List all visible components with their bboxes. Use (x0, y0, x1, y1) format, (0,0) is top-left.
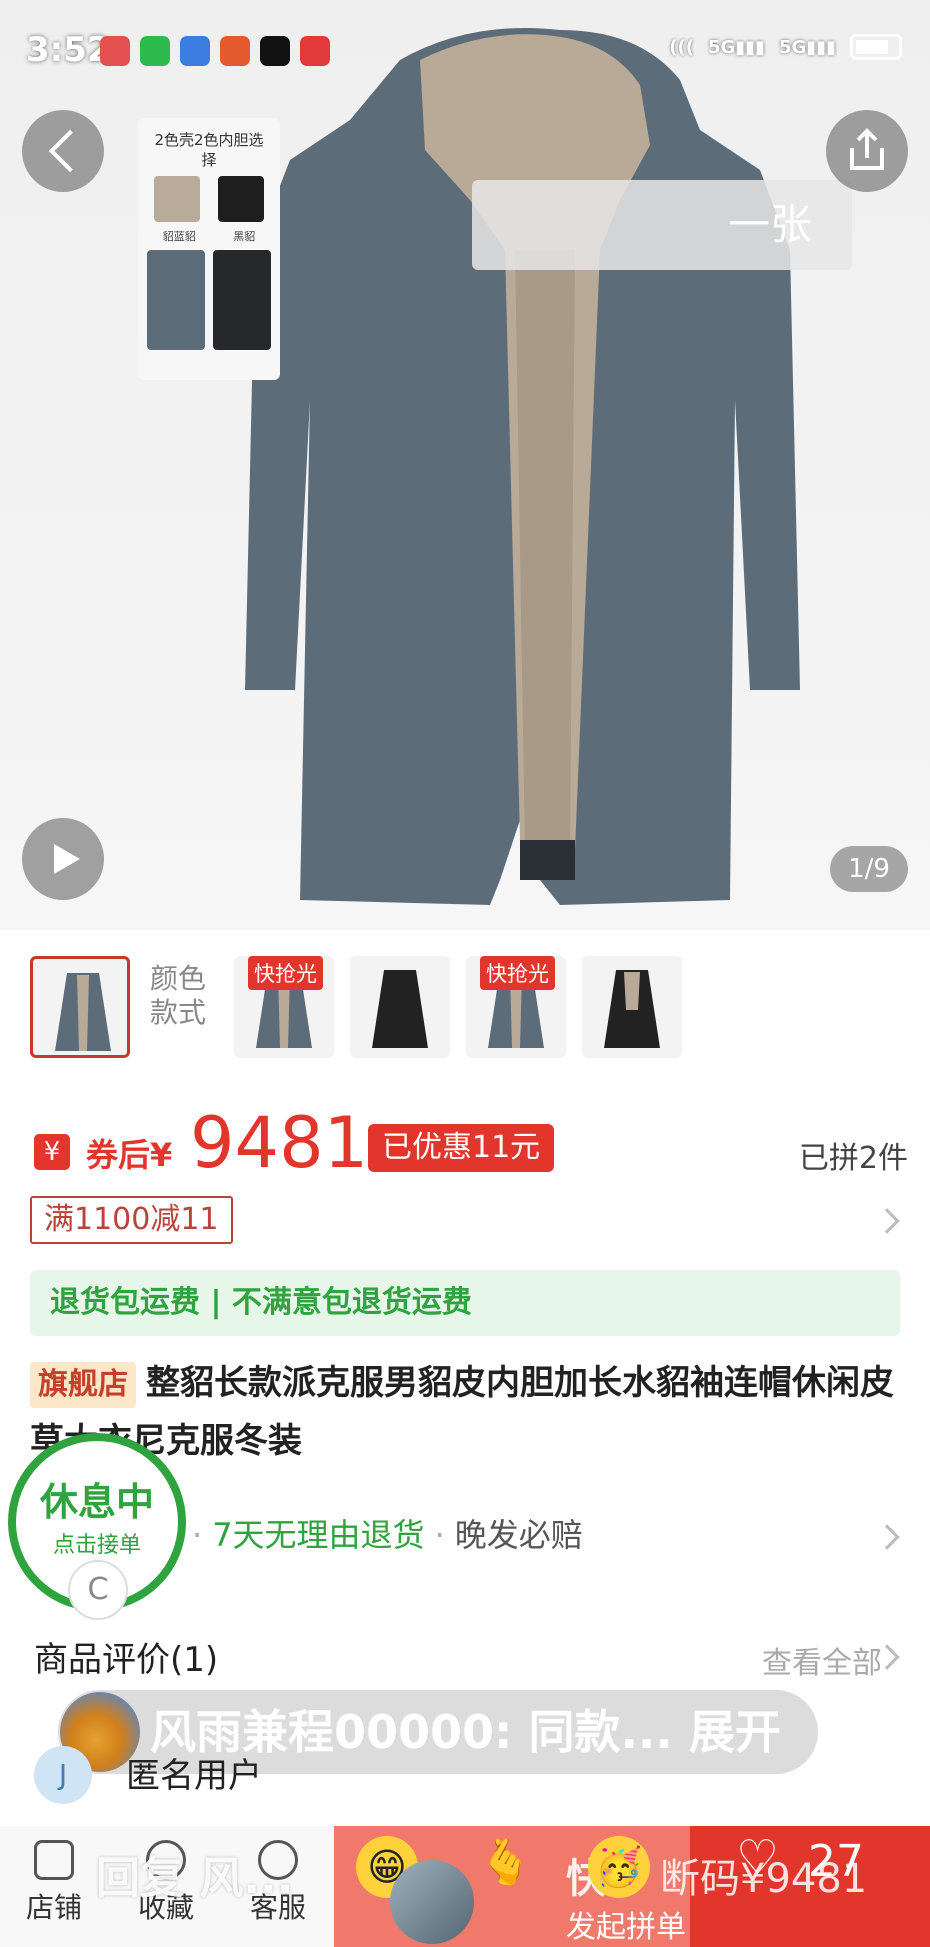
reply-overlay: 回复 风... (96, 1853, 294, 1904)
rest-title: 休息中 (39, 1480, 154, 1524)
reviewer-name: 匿名用户 (126, 1756, 262, 1796)
coat-thumb-icon (372, 970, 428, 1048)
chevron-right-icon[interactable] (874, 1208, 900, 1234)
back-button[interactable] (22, 110, 104, 192)
party-emoji-icon: 🥳 (588, 1836, 650, 1898)
variant-black-coat (213, 250, 272, 350)
after-coupon-label: 券后¥ (86, 1136, 173, 1174)
reviews-title: 商品评价(1) (34, 1640, 219, 1680)
rest-c-icon[interactable]: C (68, 1560, 128, 1620)
app-icon (180, 36, 210, 66)
view-all-link[interactable]: 查看全部 (762, 1638, 882, 1682)
variant-grey-coat (146, 250, 205, 350)
variant-selector-card: 2色壳2色内胆选择 貂蓝貂 黑貂 (138, 118, 280, 380)
service-item: 7天无理由退货 (212, 1516, 425, 1554)
image-search-overlay: 一张 (472, 180, 852, 270)
rest-subtitle: 点击接单 (52, 1533, 141, 1558)
anonymous-user-avatar: J (34, 1746, 92, 1804)
swatch-label: 貂蓝貂 (162, 230, 196, 243)
service-item: 晚发必赔 (454, 1516, 583, 1554)
cta-sub-label: 发起拼单 (566, 1910, 686, 1945)
app-icon (220, 36, 250, 66)
heart-hand-emoji-icon: 🫰 (478, 1837, 533, 1888)
thumbnail-black[interactable] (350, 956, 450, 1058)
coat-thumb-icon (604, 970, 660, 1048)
swatch-black (218, 176, 265, 222)
tab-store[interactable]: 店铺 (14, 1840, 94, 1926)
hot-tag: 快抢光 (480, 956, 555, 990)
swatch-blue (153, 176, 200, 222)
discount-badge: 已优惠11元 (368, 1124, 555, 1172)
variant-thumbnails: 颜色款式 快抢光 快抢光 (30, 956, 930, 1058)
price-value: 9481 (190, 1102, 369, 1184)
swatch-label: 黑貂 (233, 230, 256, 243)
signal-icon: 5G▮▮▮ (778, 36, 836, 58)
thumbnail-grey-2[interactable]: 快抢光 (234, 956, 334, 1058)
share-button[interactable] (826, 110, 908, 192)
wechat-icon (140, 36, 170, 66)
hot-tag: 快抢光 (248, 956, 323, 990)
product-title-text: 整貂长款派克服男貂皮内胆加长水貂袖连帽休闲皮草大衣尼克服冬装 (30, 1363, 894, 1461)
price-badge: ¥ (34, 1134, 70, 1170)
app-icon (100, 36, 130, 66)
coat-thumb-icon (55, 973, 111, 1051)
status-time: 3:52 (26, 30, 111, 70)
status-indicators: ((( 5G▮▮▮ 5G▮▮▮ (669, 34, 902, 60)
chevron-right-icon[interactable] (874, 1524, 900, 1550)
group-count: 已拼2件 (798, 1141, 908, 1176)
heart-icon[interactable]: ♡ (736, 1834, 786, 1882)
play-video-button[interactable] (22, 818, 104, 900)
share-icon (850, 128, 884, 170)
image-counter: 1/9 (830, 846, 908, 892)
music-icon (300, 36, 330, 66)
thumbnail-grey[interactable] (30, 956, 130, 1058)
return-shipping-bar: 退货包运费 | 不满意包退货运费 (30, 1270, 900, 1336)
notification-icons (100, 36, 330, 66)
streamer-avatar (390, 1860, 474, 1944)
signal-icon: 5G▮▮▮ (707, 36, 765, 58)
thumbnail-black-fur[interactable] (582, 956, 682, 1058)
like-count: 27 (808, 1836, 864, 1887)
status-bar: 3:52 ((( 5G▮▮▮ 5G▮▮▮ (0, 0, 930, 105)
store-icon (34, 1840, 74, 1880)
coupon-tag[interactable]: 满1100减11 (30, 1196, 233, 1244)
product-image-gallery[interactable]: 2色壳2色内胆选择 貂蓝貂 黑貂 一张 3:52 ((( 5G▮▮▮ 5G▮▮▮ (0, 0, 930, 930)
tab-label: 店铺 (25, 1891, 82, 1924)
battery-icon (850, 34, 902, 60)
flagship-badge: 旗舰店 (30, 1362, 136, 1408)
variant-card-title: 2色壳2色内胆选择 (154, 131, 264, 169)
wifi-icon: ((( (669, 36, 694, 58)
thumbnail-grey-3[interactable]: 快抢光 (466, 956, 566, 1058)
tiktok-icon (260, 36, 290, 66)
product-title: 旗舰店 整貂长款派克服男貂皮内胆加长水貂袖连帽休闲皮草大衣尼克服冬装 (30, 1354, 910, 1470)
color-style-label: 颜色款式 (150, 962, 207, 1029)
